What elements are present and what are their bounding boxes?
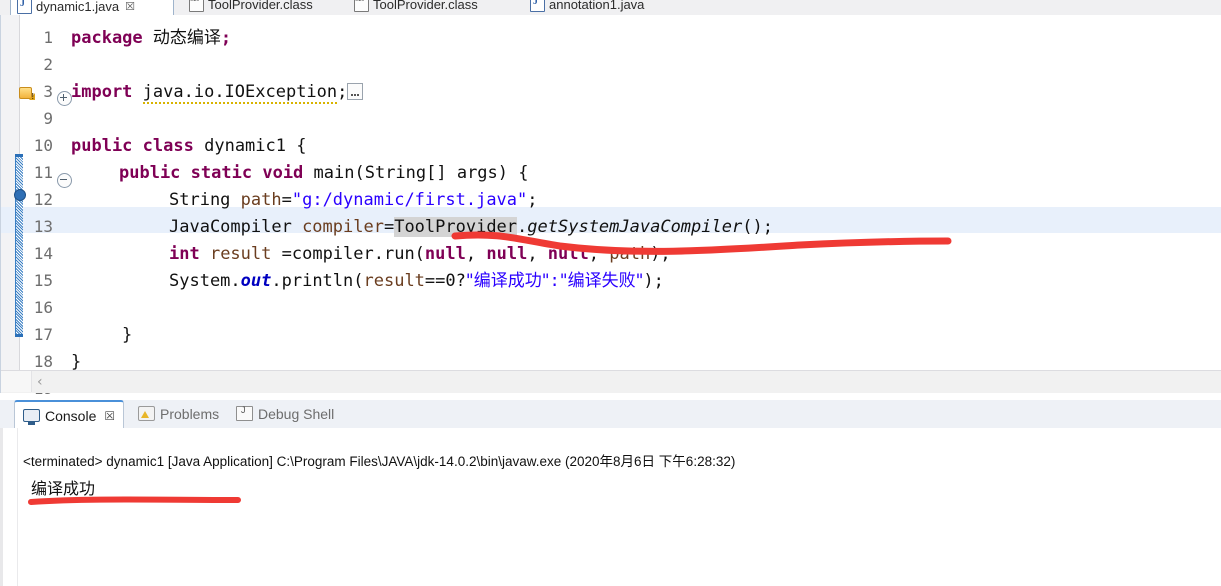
editor-tab-label: ToolProvider.class xyxy=(208,0,313,12)
line-number: 10 xyxy=(33,136,53,155)
code-line-14: int result =compiler.run(null, null, nul… xyxy=(169,244,671,264)
tab-console[interactable]: Console ☒ xyxy=(14,400,125,429)
code-line-11: public static void main(String[] args) { xyxy=(119,163,529,183)
line-number: 11 xyxy=(33,163,53,182)
editor-line: 17 } xyxy=(1,322,1221,348)
collapsed-fold-box[interactable] xyxy=(347,83,364,100)
tab-problems[interactable]: Problems xyxy=(130,400,227,427)
debug-shell-icon xyxy=(236,405,253,421)
editor-tab-bar: dynamic1.java ☒ ToolProvider.class ToolP… xyxy=(0,0,1221,16)
problems-warning-icon xyxy=(138,406,155,421)
class-file-icon xyxy=(354,0,369,12)
code-line-15: System.out.println(result==0?"编译成功":"编译失… xyxy=(169,271,664,291)
editor-line: 12 String path="g:/dynamic/first.java"; xyxy=(1,187,1221,213)
console-tab-bar: Console ☒ Problems Debug Shell xyxy=(0,400,1221,429)
editor-line: 9 xyxy=(1,106,1221,132)
scrollbar-left-cap xyxy=(1,371,32,392)
tab-label: Debug Shell xyxy=(258,405,335,422)
editor-line: 15 System.out.println(result==0?"编译成功":"… xyxy=(1,268,1221,294)
console-output-text: 编译成功 xyxy=(31,479,96,498)
editor-tab-toolprovider-2[interactable]: ToolProvider.class xyxy=(348,0,484,15)
console-monitor-icon xyxy=(23,409,40,425)
console-launch-header: <terminated> dynamic1 [Java Application]… xyxy=(23,454,736,469)
editor-line: 1 package 动态编译; xyxy=(1,25,1221,51)
occurrence-highlight: ToolProvider xyxy=(394,217,518,237)
editor-line: 13 JavaCompiler compiler=ToolProvider.ge… xyxy=(1,214,1221,240)
editor-line: 11 public static void main(String[] args… xyxy=(1,160,1221,186)
code-line-3: import java.io.IOException; xyxy=(71,79,364,105)
code-line-13: JavaCompiler compiler=ToolProvider.getSy… xyxy=(169,217,773,237)
line-number: 3 xyxy=(43,82,53,101)
java-file-icon xyxy=(17,0,32,14)
line-number: 12 xyxy=(33,190,53,209)
tab-label: Console xyxy=(45,407,97,424)
class-file-icon xyxy=(189,0,204,12)
line-number: 15 xyxy=(33,271,53,290)
editor-tab-dynamic1[interactable]: dynamic1.java ☒ xyxy=(10,0,174,15)
line-number: 9 xyxy=(43,109,53,128)
code-line-1: package 动态编译; xyxy=(71,28,232,48)
line-number: 17 xyxy=(33,325,53,344)
console-panel: Console ☒ Problems Debug Shell <terminat… xyxy=(0,400,1221,586)
close-icon[interactable]: ☒ xyxy=(125,0,135,13)
code-line-12: String path="g:/dynamic/first.java"; xyxy=(169,190,538,210)
console-output-area[interactable]: <terminated> dynamic1 [Java Application]… xyxy=(0,428,1221,586)
code-line-10: public class dynamic1 { xyxy=(71,136,307,156)
editor-line: 10 public class dynamic1 { xyxy=(1,133,1221,159)
close-icon[interactable]: ☒ xyxy=(104,409,115,423)
editor-tab-annotation1[interactable]: annotation1.java xyxy=(524,0,650,15)
editor-line: 3 import java.io.IOException; xyxy=(1,79,1221,105)
tab-debug-shell[interactable]: Debug Shell xyxy=(228,400,342,427)
editor-tab-toolprovider-1[interactable]: ToolProvider.class xyxy=(183,0,319,15)
editor-tab-label: dynamic1.java xyxy=(36,0,120,14)
eclipse-window: dynamic1.java ☒ ToolProvider.class ToolP… xyxy=(0,0,1221,586)
line-number: 1 xyxy=(43,28,53,47)
line-number: 2 xyxy=(43,55,53,74)
tab-label: Problems xyxy=(160,405,220,422)
code-line-17: } xyxy=(122,325,133,345)
editor-tab-label: ToolProvider.class xyxy=(373,0,478,12)
editor-line: 14 int result =compiler.run(null, null, … xyxy=(1,241,1221,267)
editor-tab-label: annotation1.java xyxy=(549,0,645,12)
editor-line: 2 xyxy=(1,52,1221,78)
line-number: 13 xyxy=(33,217,53,236)
line-number: 16 xyxy=(33,298,53,317)
chevron-left-icon[interactable]: ‹ xyxy=(37,374,43,390)
java-file-icon xyxy=(530,0,545,12)
editor-horizontal-scrollbar[interactable]: ‹ xyxy=(1,370,1221,393)
line-number: 14 xyxy=(33,244,53,263)
code-editor[interactable]: ! 1 package 动态编译; 2 3 import java.io.IOE… xyxy=(0,15,1221,398)
console-left-gutter xyxy=(3,428,18,586)
editor-line: 16 xyxy=(1,295,1221,321)
